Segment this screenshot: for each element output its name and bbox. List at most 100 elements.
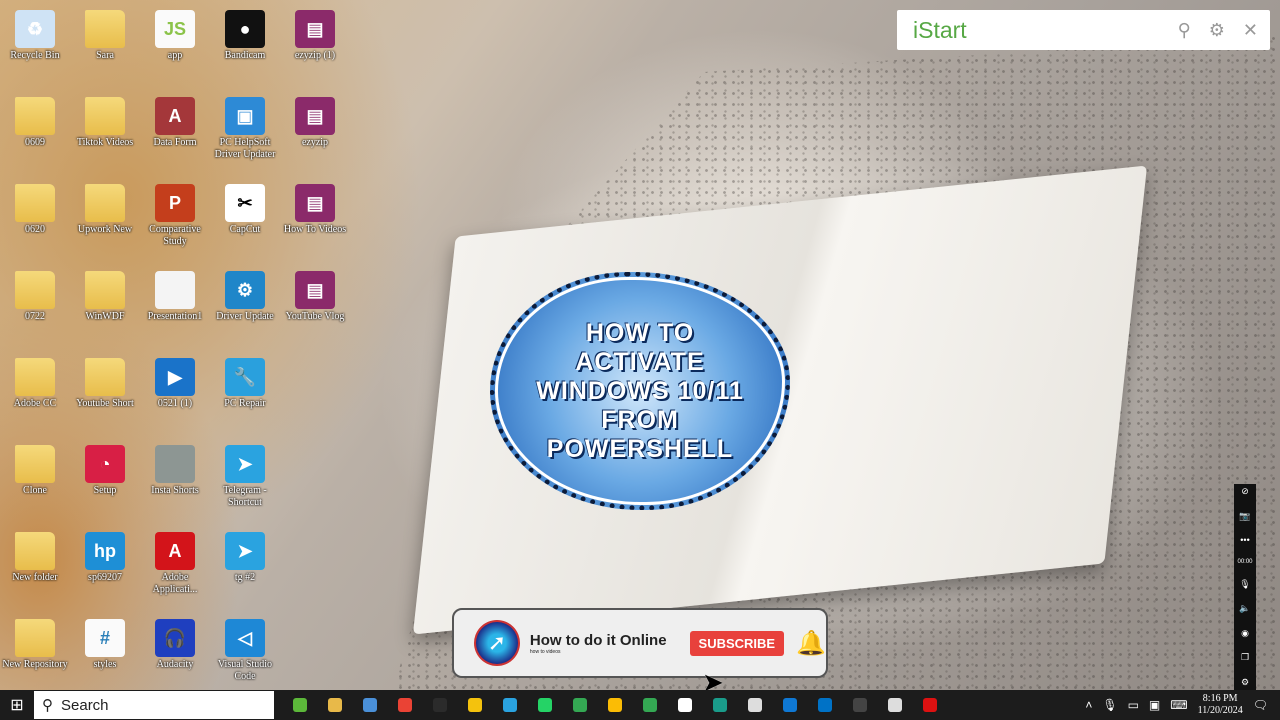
- desktop-icon-telegram[interactable]: ➤ Telegram - Shortcut: [210, 437, 280, 524]
- battery-icon[interactable]: ▭: [1128, 698, 1139, 712]
- taskbar-app-icon[interactable]: [632, 698, 667, 712]
- desktop-icon-label: Setup: [93, 485, 117, 496]
- desktop-icon-js-file[interactable]: JS app: [140, 2, 210, 89]
- taskbar-app-icon[interactable]: [492, 698, 527, 712]
- desktop-icon-setup[interactable]: ◔ Setup: [70, 437, 140, 524]
- driver-updater-icon: ▣: [225, 97, 265, 135]
- taskbar-app-icon[interactable]: [597, 698, 632, 712]
- desktop-icon-powerpoint[interactable]: P Comparative Study: [140, 176, 210, 263]
- taskbar-app-icon[interactable]: [562, 698, 597, 712]
- desktop-icon-folder[interactable]: Clone: [0, 437, 70, 524]
- microphone-icon[interactable]: 🎙: [1102, 698, 1117, 712]
- clock[interactable]: 8:16 PM 11/20/2024: [1198, 693, 1243, 717]
- windows-start-icon[interactable]: ⊞: [0, 695, 34, 715]
- taskbar-search[interactable]: ⚲ Search: [34, 691, 274, 719]
- desktop-icon-folder[interactable]: Tiktok Videos: [70, 89, 140, 176]
- desktop-icon-folder[interactable]: New folder: [0, 524, 70, 611]
- desktop-icon-adobe[interactable]: A Adobe Applicati...: [140, 524, 210, 611]
- desktop-icon-driver-update[interactable]: ⚙ Driver Update: [210, 263, 280, 350]
- desktop-icon-folder[interactable]: WinWDF: [70, 263, 140, 350]
- desktop-icon-access[interactable]: A Data Form: [140, 89, 210, 176]
- desktop-icon-recycle-bin[interactable]: ♻ Recycle Bin: [0, 2, 70, 89]
- desktop-icon-label: CapCut: [229, 224, 261, 235]
- taskbar-app-icon[interactable]: [807, 698, 842, 712]
- taskbar-app-icon[interactable]: [352, 698, 387, 712]
- taskbar-app-icon[interactable]: [282, 698, 317, 712]
- desktop-icon-winrar[interactable]: ▤ YouTube Vlog: [280, 263, 350, 350]
- taskbar-app-icon[interactable]: [702, 698, 737, 712]
- window-icon[interactable]: ❐: [1241, 652, 1249, 663]
- desktop-icon-label: Telegram - Shortcut: [223, 485, 267, 508]
- icon-row: Clone ◔ Setup Insta Shorts ➤ Telegram - Short…: [0, 437, 350, 524]
- desktop-icon-telegram[interactable]: ➤ tg #2: [210, 524, 280, 611]
- minimize-icon[interactable]: ⊘: [1241, 486, 1249, 497]
- desktop-icon-pc-repair[interactable]: 🔧 PC Repair: [210, 350, 280, 437]
- icon-row: 0620 Upwork New P Comparative Study ✂ CapCut ▤…: [0, 176, 350, 263]
- desktop-icon-label: Upwork New: [77, 224, 133, 235]
- channel-logo: ➚: [474, 620, 520, 666]
- desktop-icon-file[interactable]: Insta Shorts: [140, 437, 210, 524]
- more-icon[interactable]: •••: [1240, 535, 1249, 545]
- taskbar-app-icon[interactable]: [842, 698, 877, 712]
- desktop-icon-folder[interactable]: Youtube Short: [70, 350, 140, 437]
- desktop-icon-capcut[interactable]: ✂ CapCut: [210, 176, 280, 263]
- taskbar-app-icon[interactable]: [772, 698, 807, 712]
- desktop-icon-folder[interactable]: Adobe CC: [0, 350, 70, 437]
- istart-search-bar[interactable]: iStart ⚲ ⚙ ✕: [897, 10, 1270, 50]
- search-icon[interactable]: ⚲: [1178, 20, 1191, 41]
- desktop-icon-bandicam[interactable]: ● Bandicam: [210, 2, 280, 89]
- subscribe-button[interactable]: SUBSCRIBE: [689, 630, 785, 656]
- taskbar-app-icon[interactable]: [457, 698, 492, 712]
- taskbar-app-icon[interactable]: [387, 698, 422, 712]
- microphone-icon[interactable]: 🎙: [1239, 579, 1250, 590]
- desktop-icon-vscode[interactable]: ◁ Visual Studio Code: [210, 611, 280, 698]
- gear-icon[interactable]: ⚙: [1241, 677, 1249, 688]
- desktop-icon-label: Sara: [96, 50, 114, 61]
- app-icon: [362, 698, 377, 712]
- desktop-icon-hp[interactable]: hp sp69207: [70, 524, 140, 611]
- desktop-icon-folder[interactable]: Sara: [70, 2, 140, 89]
- desktop-icon-folder[interactable]: 0609: [0, 89, 70, 176]
- desktop-icon-label: 0620: [25, 224, 45, 235]
- chevron-up-icon[interactable]: ˄: [1085, 698, 1092, 712]
- desktop-icon-label: Adobe CC: [13, 398, 57, 409]
- notifications-icon[interactable]: 🗨: [1253, 698, 1268, 712]
- desktop-icon-folder[interactable]: Upwork New: [70, 176, 140, 263]
- desktop-icon-label: 0521 (1): [157, 398, 193, 409]
- taskbar-app-icon[interactable]: [912, 698, 947, 712]
- search-placeholder: Search: [61, 696, 109, 714]
- keyboard-icon[interactable]: ⌨: [1170, 698, 1187, 712]
- desktop-icon-winrar[interactable]: ▤ ezyzip (1): [280, 2, 350, 89]
- desktop-icon-folder[interactable]: New Repository: [0, 611, 70, 698]
- desktop-icon-winrar[interactable]: ▤ How To Videos: [280, 176, 350, 263]
- vscode-icon: ◁: [225, 619, 265, 657]
- folder-icon: [85, 184, 125, 222]
- close-icon[interactable]: ✕: [1243, 20, 1258, 41]
- display-icon[interactable]: ▣: [1149, 698, 1160, 712]
- taskbar-app-icon[interactable]: [877, 698, 912, 712]
- desktop-icon-audacity[interactable]: 🎧 Audacity: [140, 611, 210, 698]
- taskbar-app-icon[interactable]: [422, 698, 457, 712]
- desktop-icon-folder[interactable]: 0620: [0, 176, 70, 263]
- speaker-icon[interactable]: 🔈: [1239, 603, 1250, 614]
- bell-icon[interactable]: 🔔: [796, 629, 826, 658]
- gear-icon[interactable]: ⚙: [1209, 20, 1225, 41]
- desktop-icon-folder[interactable]: 0722: [0, 263, 70, 350]
- taskbar-app-icon[interactable]: [667, 698, 702, 712]
- access-icon: A: [155, 97, 195, 135]
- file-icon: [155, 445, 195, 483]
- desktop-icon-css-file[interactable]: # styles: [70, 611, 140, 698]
- desktop-icon-video-file[interactable]: ▶ 0521 (1): [140, 350, 210, 437]
- camera-icon[interactable]: 📷: [1239, 511, 1250, 522]
- taskbar-app-icon[interactable]: [317, 698, 352, 712]
- webcam-icon[interactable]: ◉: [1241, 628, 1249, 639]
- desktop-icon-winrar[interactable]: ▤ ezyzip: [280, 89, 350, 176]
- taskbar-app-icon[interactable]: [527, 698, 562, 712]
- desktop-icon-presentation[interactable]: Presentation1: [140, 263, 210, 350]
- icon-row: ♻ Recycle Bin Sara JS app ● Bandicam ▤ ezyzip (1…: [0, 2, 350, 89]
- desktop-icon-driver-updater[interactable]: ▣ PC HelpSoft Driver Updater: [210, 89, 280, 176]
- app-icon: [817, 698, 832, 712]
- presentation-icon: [155, 271, 195, 309]
- driver-update-icon: ⚙: [225, 271, 265, 309]
- taskbar-app-icon[interactable]: [737, 698, 772, 712]
